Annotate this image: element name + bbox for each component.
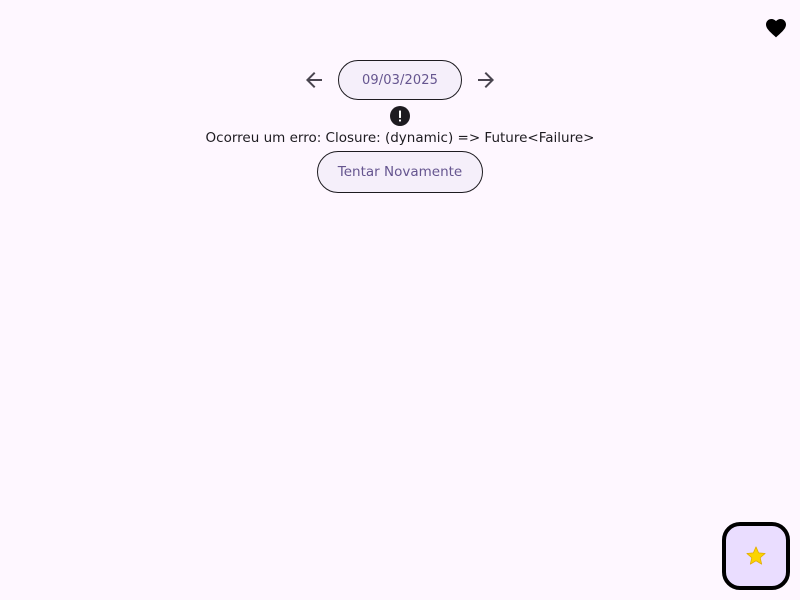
previous-day-button[interactable] — [294, 60, 334, 100]
error-message: Ocorreu um erro: Closure: (dynamic) => F… — [205, 130, 595, 146]
arrow-right-icon — [478, 72, 494, 88]
error-icon — [390, 106, 410, 126]
heart-icon — [766, 19, 786, 38]
retry-button[interactable]: Tentar Novamente — [317, 151, 483, 193]
date-navigation: 09/03/2025 — [0, 59, 800, 101]
favorites-fab[interactable] — [722, 522, 790, 590]
date-selector-button[interactable]: 09/03/2025 — [338, 60, 462, 100]
arrow-left-icon — [306, 72, 322, 88]
retry-button-label: Tentar Novamente — [337, 164, 463, 180]
selected-date-label: 09/03/2025 — [362, 72, 438, 88]
next-day-button[interactable] — [466, 60, 506, 100]
star-icon — [746, 546, 766, 565]
favorite-button[interactable] — [764, 16, 788, 40]
